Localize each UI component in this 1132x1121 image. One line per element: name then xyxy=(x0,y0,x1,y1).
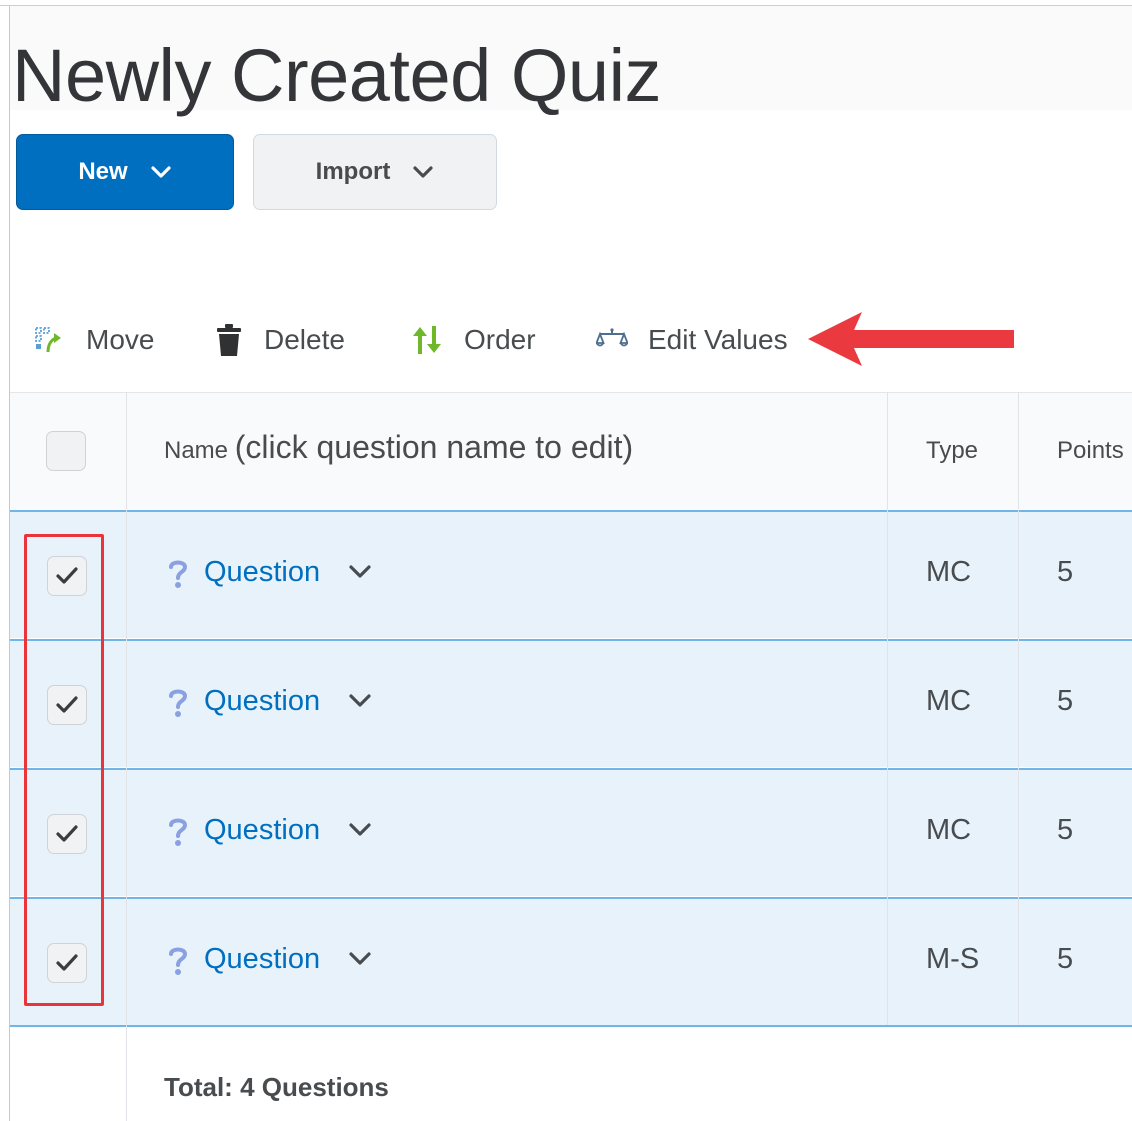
trash-icon xyxy=(214,323,244,357)
order-label: Order xyxy=(464,324,536,355)
total-label: Total: xyxy=(164,1072,233,1102)
import-button[interactable]: Import xyxy=(253,134,497,210)
column-divider xyxy=(1018,392,1019,1025)
edit-values-button[interactable]: Edit Values xyxy=(596,318,788,362)
table-row: Question M-S 5 xyxy=(10,897,1132,1025)
question-mark-icon xyxy=(168,945,188,982)
question-link[interactable]: Question xyxy=(204,814,320,847)
question-link[interactable]: Question xyxy=(204,685,320,718)
points-cell: 5 xyxy=(1057,814,1074,846)
new-button[interactable]: New xyxy=(16,134,234,210)
points-column-header: Points xyxy=(1057,437,1124,464)
question-link[interactable]: Question xyxy=(204,943,320,976)
total-value: 4 Questions xyxy=(240,1072,389,1102)
question-mark-icon xyxy=(168,558,188,595)
points-cell: 5 xyxy=(1057,943,1074,975)
order-icon xyxy=(410,324,444,356)
chevron-down-icon[interactable] xyxy=(348,951,372,972)
question-mark-icon xyxy=(168,687,188,724)
type-column-header: Type xyxy=(926,437,979,464)
type-cell: MC xyxy=(926,814,972,846)
table-bottom-border xyxy=(10,1025,1132,1027)
name-header-label: Name xyxy=(164,437,229,464)
column-divider xyxy=(126,392,127,1121)
column-divider xyxy=(887,392,888,1025)
chevron-down-icon xyxy=(412,165,434,179)
chevron-down-icon xyxy=(150,165,172,179)
chevron-down-icon[interactable] xyxy=(348,693,372,714)
selection-highlight-annotation xyxy=(24,534,104,1006)
question-mark-icon xyxy=(168,816,188,853)
edit-values-label: Edit Values xyxy=(648,324,788,355)
name-header-hint: (click question name to edit) xyxy=(234,429,634,465)
annotation-arrow xyxy=(806,310,1016,373)
type-cell: MC xyxy=(926,556,972,588)
order-button[interactable]: Order xyxy=(410,318,536,362)
question-link[interactable]: Question xyxy=(204,556,320,589)
table-row: Question MC 5 xyxy=(10,639,1132,767)
table-header: Name (click question name to edit) Type … xyxy=(10,392,1132,511)
page-title: Newly Created Quiz xyxy=(12,34,662,117)
points-cell: 5 xyxy=(1057,556,1074,588)
move-icon xyxy=(34,324,66,356)
select-all-checkbox[interactable] xyxy=(46,431,86,471)
type-cell: M-S xyxy=(926,943,980,975)
type-cell: MC xyxy=(926,685,972,717)
table-row: Question MC 5 xyxy=(10,510,1132,638)
chevron-down-icon[interactable] xyxy=(348,822,372,843)
import-button-label: Import xyxy=(315,158,391,185)
scales-icon xyxy=(596,328,628,352)
move-label: Move xyxy=(86,324,155,355)
delete-button[interactable]: Delete xyxy=(214,318,345,362)
move-button[interactable]: Move xyxy=(34,318,154,362)
table-row: Question MC 5 xyxy=(10,768,1132,896)
points-cell: 5 xyxy=(1057,685,1074,717)
name-column-header[interactable]: Name (click question name to edit) xyxy=(164,429,633,466)
total-summary: Total: 4 Questions xyxy=(164,1072,389,1103)
delete-label: Delete xyxy=(264,324,345,355)
new-button-label: New xyxy=(78,158,128,185)
chevron-down-icon[interactable] xyxy=(348,564,372,585)
